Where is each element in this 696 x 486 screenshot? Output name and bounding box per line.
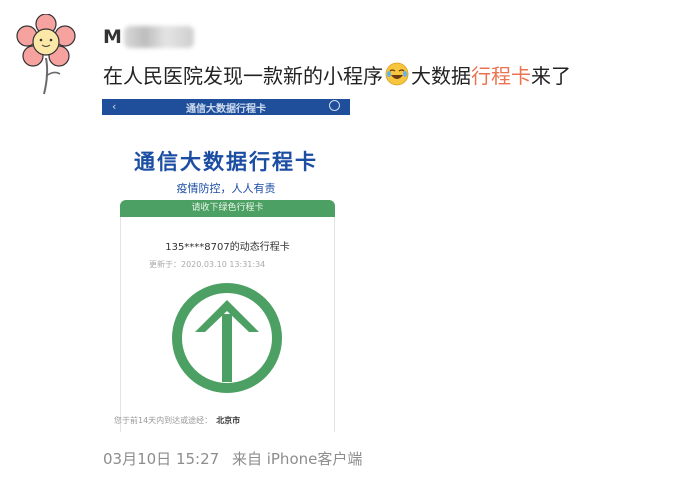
pass-footer: 您于前14天内到达或途经： 北京市 xyxy=(114,415,240,426)
username-blur xyxy=(123,26,194,48)
crying-laughing-emoji-icon xyxy=(385,62,409,86)
post-text: 在人民医院发现一款新的小程序 大数据 行程卡 来了 xyxy=(103,60,571,88)
post-text-part3: 来了 xyxy=(531,63,571,88)
green-pass-card: 请收下绿色行程卡 135****8707的动态行程卡 更新于：2020.03.1… xyxy=(120,200,335,432)
card-subtitle: 疫情防控，人人有责 xyxy=(176,182,276,195)
post-source: 来自 iPhone客户端 xyxy=(231,450,363,468)
image-nav-bar: ‹ 通信大数据行程卡 xyxy=(102,99,350,115)
post-date[interactable]: 03月10日 15:27 xyxy=(103,450,219,468)
post-image[interactable]: ‹ 通信大数据行程卡 通信大数据行程卡 疫情防控，人人有责 请收下绿色行程卡 1… xyxy=(102,99,350,432)
close-circle-icon xyxy=(329,100,340,111)
card-title: 通信大数据行程卡 xyxy=(134,150,318,174)
image-nav-title: 通信大数据行程卡 xyxy=(186,104,266,115)
username-initial[interactable]: M xyxy=(103,26,122,48)
post-text-part2: 大数据 xyxy=(411,63,471,88)
pass-footer-label: 您于前14天内到达或途经： xyxy=(114,416,213,425)
pass-footer-city: 北京市 xyxy=(216,416,241,425)
post-meta: 03月10日 15:27 来自 iPhone客户端 xyxy=(103,448,362,469)
topic-link[interactable]: 行程卡 xyxy=(471,60,531,89)
username[interactable]: M xyxy=(103,24,194,50)
pass-updated-time: 更新于：2020.03.10 13:31:34 xyxy=(149,260,266,269)
post-text-part1: 在人民医院发现一款新的小程序 xyxy=(103,63,383,88)
avatar[interactable] xyxy=(16,14,76,96)
green-arrow-icon xyxy=(172,283,282,393)
pass-phone-line: 135****8707的动态行程卡 xyxy=(165,242,290,253)
pass-header: 请收下绿色行程卡 xyxy=(120,200,335,217)
